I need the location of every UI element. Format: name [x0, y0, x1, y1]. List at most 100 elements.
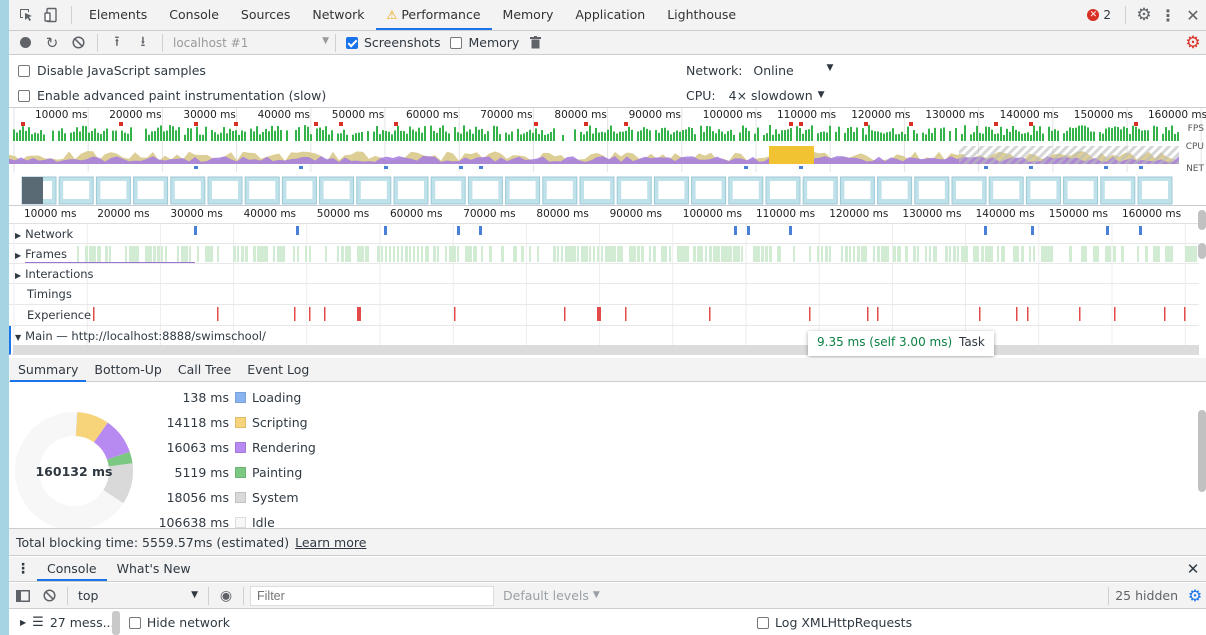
- legend-value: 14118 ms: [166, 415, 229, 430]
- hide-network-checkbox[interactable]: [128, 616, 141, 629]
- close-drawer-icon[interactable]: ✕: [1180, 560, 1206, 578]
- tab-memory[interactable]: Memory: [492, 0, 565, 30]
- legend-name: Loading: [252, 390, 302, 405]
- legend-row-scripting: 14118 ms Scripting: [9, 413, 329, 433]
- network-track-label: Network: [25, 227, 74, 241]
- total-blocking-time-bar: Total blocking time: 5559.57ms (estimate…: [9, 528, 1206, 556]
- console-sidebar-toggle-icon[interactable]: [9, 583, 37, 609]
- detail-tab-bar: Summary Bottom-Up Call Tree Event Log: [9, 358, 1206, 382]
- expand-triangle-icon[interactable]: ▶: [15, 271, 21, 280]
- log-levels-select[interactable]: Default levels ▼: [503, 588, 600, 603]
- clear-icon[interactable]: [65, 31, 91, 55]
- tab-sources[interactable]: Sources: [230, 0, 301, 30]
- device-toolbar-icon[interactable]: [39, 0, 65, 30]
- frames-track[interactable]: ▶ Frames: [9, 244, 1199, 264]
- tab-separator: [71, 6, 72, 24]
- detail-tab-event-log[interactable]: Event Log: [239, 358, 317, 382]
- learn-more-link[interactable]: Learn more: [295, 535, 366, 550]
- live-expression-eye-icon[interactable]: ◉: [215, 583, 237, 609]
- timings-track-label: Timings: [27, 287, 72, 301]
- save-profile-icon[interactable]: ⭳: [130, 31, 156, 55]
- network-throttle-select[interactable]: Online ▼: [753, 63, 833, 78]
- tracks-scrollbar-lower[interactable]: [1198, 243, 1206, 259]
- sidebar-resize-handle[interactable]: [111, 610, 120, 635]
- inspect-element-icon[interactable]: [13, 0, 39, 30]
- expand-triangle-icon[interactable]: ▶: [15, 251, 21, 260]
- messages-count[interactable]: 27 mess...: [50, 615, 112, 630]
- legend-swatch: [235, 417, 246, 428]
- tab-lighthouse[interactable]: Lighthouse: [656, 0, 747, 30]
- hidden-count: 25 hidden: [1115, 588, 1178, 603]
- close-devtools-icon[interactable]: ✕: [1180, 0, 1206, 30]
- drawer-menu-icon[interactable]: ⋮: [9, 561, 37, 577]
- tab-application[interactable]: Application: [564, 0, 656, 30]
- performance-toolbar: ↻ ⭱ ⭳ localhost #1 ▼ Screenshots Memory …: [9, 31, 1206, 55]
- cpu-throttle-select[interactable]: 4× slowdown ▼: [729, 88, 825, 103]
- tab-elements[interactable]: Elements: [78, 0, 158, 30]
- timeline-overview[interactable]: 10000 ms 20000 ms 30000 ms 40000 ms 50000 ms…: [9, 108, 1206, 206]
- legend-row-idle: 106638 ms Idle: [9, 513, 329, 528]
- fps-lane-label: FPS: [1187, 124, 1204, 134]
- error-counter[interactable]: ✕ 2: [1087, 8, 1111, 22]
- tab-network[interactable]: Network: [301, 0, 375, 30]
- expand-triangle-icon[interactable]: ▶: [20, 618, 26, 627]
- summary-scrollbar[interactable]: [1198, 410, 1206, 492]
- error-icon: ✕: [1087, 9, 1100, 21]
- console-options-row: ▶ ☰ 27 mess... Hide network Log XMLHttpR…: [9, 610, 1206, 635]
- expand-triangle-icon[interactable]: ▶: [15, 231, 21, 240]
- clear-console-icon[interactable]: [37, 583, 61, 609]
- warning-triangle-icon: ⚠: [386, 8, 398, 22]
- console-filter-input[interactable]: [250, 585, 494, 606]
- chevron-down-icon: ▼: [592, 590, 600, 600]
- capture-settings-pane: Disable JavaScript samples Enable advanc…: [9, 55, 1206, 108]
- cpu-lane-label: CPU: [1185, 142, 1204, 152]
- log-xhr-label: Log XMLHttpRequests: [775, 615, 913, 630]
- capture-settings-icon[interactable]: ⚙: [1180, 31, 1206, 55]
- detail-tab-bottom-up[interactable]: Bottom-Up: [86, 358, 169, 382]
- legend-value: 106638 ms: [158, 515, 229, 528]
- timeline-tracks: 10000 ms 20000 ms 30000 ms 40000 ms 50000 ms…: [9, 207, 1206, 355]
- collect-garbage-icon[interactable]: [527, 31, 543, 55]
- memory-checkbox[interactable]: [450, 36, 463, 49]
- cpu-throttle-label: CPU:: [686, 88, 716, 103]
- detail-tab-summary[interactable]: Summary: [10, 358, 87, 382]
- more-options-icon[interactable]: ⋮: [1156, 0, 1180, 30]
- record-icon[interactable]: [11, 31, 39, 55]
- collapse-triangle-icon[interactable]: ▼: [15, 333, 21, 342]
- load-profile-icon[interactable]: ⭱: [104, 31, 130, 55]
- disable-js-samples-checkbox[interactable]: [18, 64, 30, 77]
- log-xhr-checkbox[interactable]: [757, 616, 770, 629]
- toolbar-separator: [335, 33, 336, 52]
- profile-select[interactable]: localhost #1 ▼: [169, 36, 329, 50]
- detail-tab-call-tree[interactable]: Call Tree: [170, 358, 239, 382]
- total-blocking-time: Total blocking time: 5559.57ms (estimate…: [16, 534, 290, 550]
- screenshots-checkbox[interactable]: [346, 36, 358, 49]
- reload-record-icon[interactable]: ↻: [39, 31, 65, 55]
- experience-track[interactable]: Experience: [9, 305, 1199, 326]
- toolbar-separator: [97, 33, 98, 52]
- legend-name: Rendering: [252, 440, 316, 455]
- console-settings-icon[interactable]: ⚙: [1184, 583, 1206, 609]
- tab-label: Application: [575, 7, 646, 22]
- experience-track-label: Experience: [27, 308, 92, 322]
- tab-performance[interactable]: ⚠ Performance: [375, 0, 492, 30]
- timings-track[interactable]: Timings: [9, 284, 1199, 305]
- frames-track-label: Frames: [25, 247, 67, 261]
- settings-gear-icon[interactable]: ⚙: [1132, 0, 1156, 30]
- tab-separator: [1125, 6, 1126, 24]
- tooltip-time: 9.35 ms (self 3.00 ms): [817, 335, 953, 349]
- advanced-paint-checkbox[interactable]: [18, 89, 30, 102]
- toolbar-separator: [1108, 586, 1110, 605]
- drawer-tab-whats-new[interactable]: What's New: [107, 557, 201, 581]
- context-select[interactable]: top ▼: [74, 588, 202, 603]
- drawer-tab-console[interactable]: Console: [37, 557, 107, 581]
- tracks-scrollbar[interactable]: [1198, 210, 1206, 230]
- network-track[interactable]: ▶ Network: [9, 224, 1199, 244]
- chevron-down-icon: ▼: [322, 35, 329, 46]
- interactions-track[interactable]: ▶ Interactions: [9, 264, 1199, 284]
- screenshots-label: Screenshots: [364, 35, 441, 50]
- main-thread-track[interactable]: ▼ Main — http://localhost:8888/swimschool…: [9, 326, 1199, 355]
- tab-console[interactable]: Console: [158, 0, 230, 30]
- legend-row-system: 18056 ms System: [9, 488, 329, 508]
- tab-label: Performance: [401, 7, 481, 22]
